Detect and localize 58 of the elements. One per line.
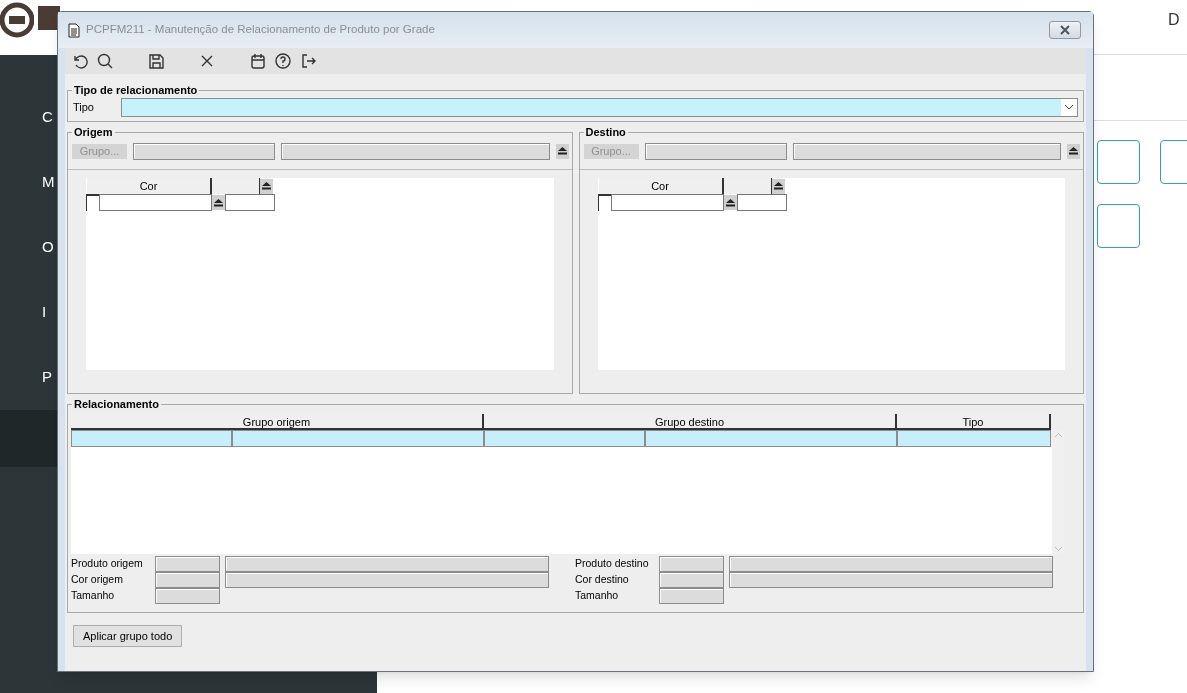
group-legend: Destino: [583, 125, 628, 139]
logo-icon: [0, 2, 34, 38]
input-field[interactable]: [99, 194, 212, 211]
field-label: Cor origem: [71, 572, 124, 588]
sidebar-item[interactable]: O: [42, 236, 54, 259]
sidebar-item[interactable]: C: [42, 106, 53, 129]
sidebar-item[interactable]: I: [42, 301, 47, 324]
sidebar-item[interactable]: M: [42, 171, 55, 194]
chevron-down-icon[interactable]: [1053, 546, 1063, 552]
window-title: PCPFM211 - Manutenção de Relacionamento de Produto por Grade: [86, 22, 435, 38]
column-header[interactable]: Cor: [598, 178, 724, 194]
input-field[interactable]: [225, 556, 549, 572]
group-legend: Origem: [72, 125, 115, 139]
column-header[interactable]: Grupo destino: [484, 414, 897, 430]
field-label: Tipo: [73, 99, 95, 115]
input-field[interactable]: [729, 572, 1053, 588]
input-field[interactable]: [792, 142, 1061, 160]
input-field[interactable]: [225, 572, 549, 588]
field-label: Tamanho: [575, 588, 620, 604]
input-field[interactable]: [659, 588, 724, 604]
eject-icon[interactable]: [1067, 143, 1080, 159]
close-button[interactable]: [1049, 21, 1081, 39]
help-icon[interactable]: [272, 50, 293, 72]
eject-icon[interactable]: [555, 143, 569, 159]
chevron-down-icon: [1061, 98, 1077, 116]
apply-button[interactable]: Aplicar grupo todo: [73, 625, 183, 647]
input-field[interactable]: [1097, 140, 1140, 184]
input-field[interactable]: [729, 556, 1053, 572]
field-label: Produto origem: [71, 556, 144, 572]
input-field[interactable]: [155, 588, 220, 604]
input-field[interactable]: [736, 194, 787, 211]
input-field[interactable]: [659, 572, 724, 588]
input-field[interactable]: [659, 556, 724, 572]
header-text: D: [1168, 10, 1180, 30]
column-header[interactable]: Grupo origem: [71, 414, 484, 430]
eject-icon[interactable]: [212, 195, 225, 210]
input-field[interactable]: [133, 142, 275, 160]
input-field[interactable]: [281, 142, 550, 160]
group-legend: Relacionamento: [72, 397, 161, 411]
input-field[interactable]: [610, 194, 724, 211]
eject-icon[interactable]: [260, 178, 273, 194]
input-field[interactable]: [1097, 204, 1140, 248]
tipo-dropdown[interactable]: [121, 97, 1078, 117]
close-icon[interactable]: [1059, 25, 1071, 35]
column-header[interactable]: Cor: [87, 178, 212, 194]
chevron-up-icon[interactable]: [1053, 432, 1063, 438]
column-header[interactable]: Tipo: [897, 414, 1051, 430]
input-field[interactable]: [644, 142, 787, 160]
input-field[interactable]: [155, 556, 220, 572]
field-label: Cor destino: [575, 572, 630, 588]
field-label: Tamanho: [71, 588, 116, 604]
column-header[interactable]: [723, 178, 772, 194]
document-icon: [68, 22, 80, 38]
group-legend: Tipo de relacionamento: [72, 83, 200, 97]
sidebar-item[interactable]: P: [42, 366, 52, 389]
field-label: Produto destino: [575, 556, 650, 572]
input-field[interactable]: [225, 194, 275, 211]
input-field[interactable]: [155, 572, 220, 588]
